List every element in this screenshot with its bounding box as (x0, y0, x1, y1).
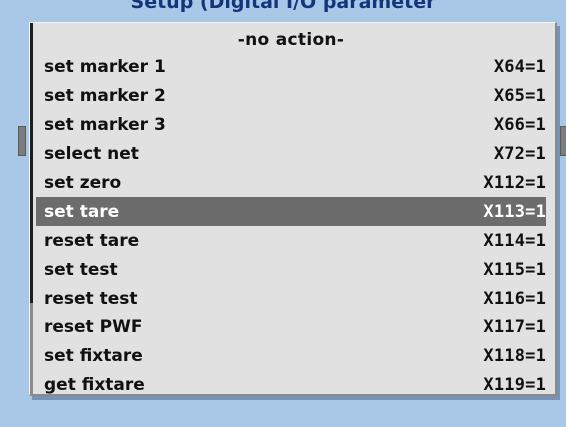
menu-item-get-fixtare[interactable]: get fixtare X119=1 (36, 371, 546, 396)
menu-item-label: select net (44, 144, 139, 165)
menu-item-reset-tare[interactable]: reset tare X114=1 (36, 226, 546, 255)
menu-item-label: set marker 1 (44, 57, 166, 78)
menu-item-set-fixtare[interactable]: set fixtare X118=1 (36, 342, 546, 371)
menu-item-set-test[interactable]: set test X115=1 (36, 255, 546, 284)
menu-item-code: X116=1 (483, 288, 546, 309)
popup-left-edge-lower (30, 303, 33, 394)
menu-item-label: set marker 2 (44, 86, 166, 107)
background-control-right (560, 126, 566, 156)
menu-item-code: X119=1 (483, 375, 546, 396)
menu-item-code: X117=1 (483, 317, 546, 338)
menu-item-label: set test (44, 259, 118, 280)
menu-item-code: X118=1 (483, 346, 546, 367)
background-control-left (18, 126, 26, 156)
menu-item-code: X112=1 (483, 173, 546, 193)
menu-item-set-marker-3[interactable]: set marker 3 X66=1 (36, 111, 546, 140)
menu-item-label: set zero (44, 173, 122, 193)
menu-item-code: X72=1 (493, 144, 546, 165)
menu-item-code: X64=1 (493, 57, 546, 78)
menu-list: -no action- set marker 1 X64=1 set marke… (36, 28, 546, 396)
popup-left-edge (30, 23, 33, 303)
background-dialog-title: Setup (Digital I/O parameter (130, 0, 436, 13)
menu-item-reset-test[interactable]: reset test X116=1 (36, 284, 546, 313)
screen: Setup (Digital I/O parameter -no action-… (0, 0, 566, 427)
menu-item-code: X115=1 (483, 259, 546, 280)
menu-item-code: X66=1 (493, 115, 546, 136)
menu-item-reset-pwf[interactable]: reset PWF X117=1 (36, 313, 546, 342)
menu-item-no-action[interactable]: -no action- (36, 28, 546, 53)
menu-item-label: reset tare (44, 230, 140, 251)
menu-item-set-marker-1[interactable]: set marker 1 X64=1 (36, 53, 546, 82)
menu-item-set-tare[interactable]: set tare X113=1 (36, 197, 546, 227)
menu-item-label: set marker 3 (44, 115, 166, 136)
menu-item-code: X114=1 (483, 230, 546, 251)
menu-item-select-net[interactable]: select net X72=1 (36, 140, 546, 169)
menu-item-label: set fixtare (44, 346, 143, 367)
menu-item-label: get fixtare (44, 375, 145, 396)
menu-item-set-zero[interactable]: set zero X112=1 (36, 169, 546, 198)
menu-item-label: reset test (44, 288, 138, 309)
menu-item-code: X113=1 (483, 201, 546, 222)
popup-menu[interactable]: -no action- set marker 1 X64=1 set marke… (29, 22, 557, 396)
menu-item-code: X65=1 (493, 86, 546, 107)
menu-item-label: reset PWF (44, 317, 143, 338)
menu-item-label: set tare (44, 201, 120, 222)
menu-item-set-marker-2[interactable]: set marker 2 X65=1 (36, 82, 546, 111)
